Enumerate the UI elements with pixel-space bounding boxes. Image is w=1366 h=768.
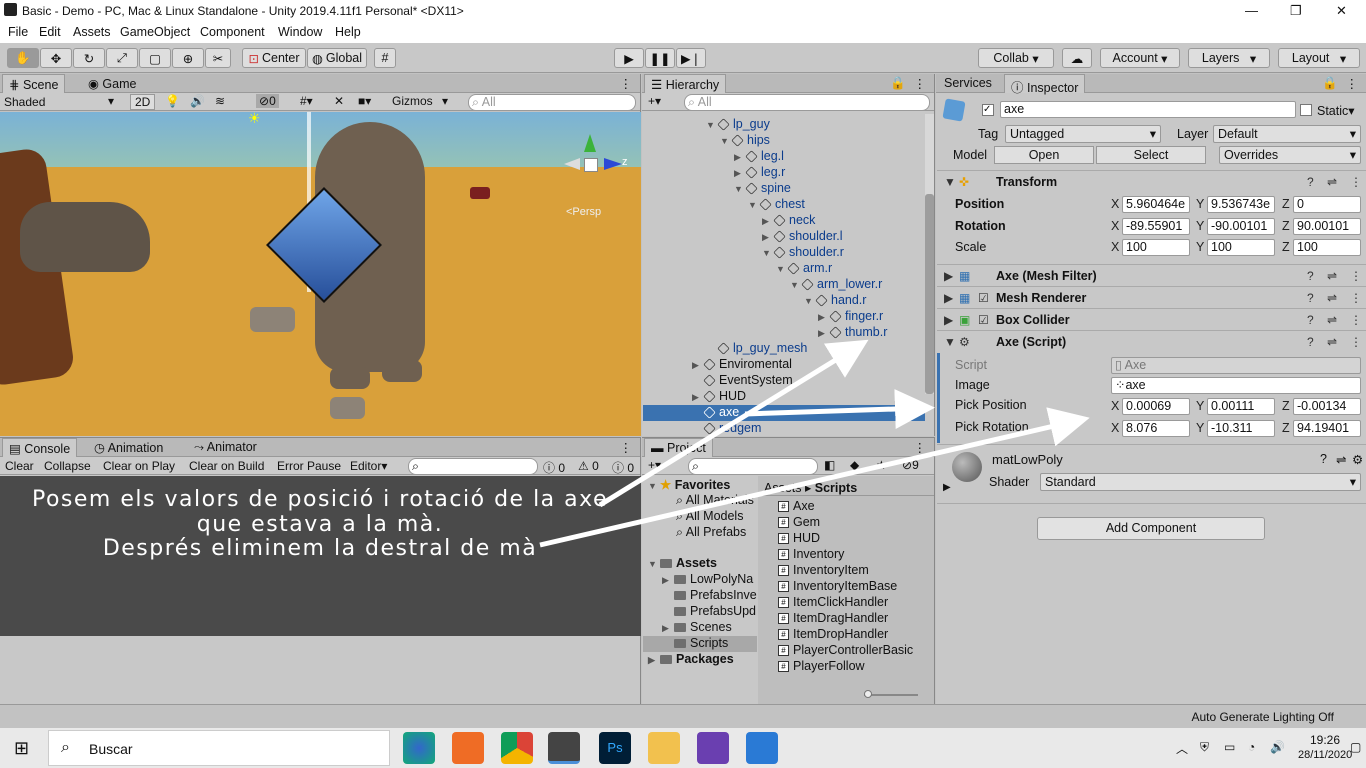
tray-volume-icon[interactable]: 🔊 <box>1270 740 1285 754</box>
taskbar: ⊞ ⌕ Buscar Ps ︿ ⛨ ▭ ◔ 🔊 19:26 28/11/2020… <box>0 728 1366 768</box>
notifications-icon[interactable]: ▢ <box>1350 740 1361 754</box>
tray-security-icon[interactable]: ⛨ <box>1200 740 1209 755</box>
photoshop-icon[interactable]: Ps <box>599 732 631 764</box>
status-bar: Auto Generate Lighting Off <box>0 704 1366 728</box>
photos-icon[interactable] <box>746 732 778 764</box>
tray-network-icon[interactable]: ◔ <box>1248 740 1255 754</box>
file-explorer-icon[interactable] <box>648 732 680 764</box>
xampp-icon[interactable] <box>452 732 484 764</box>
lighting-status: Auto Generate Lighting Off <box>1191 710 1334 724</box>
tray-battery-icon[interactable]: ▭ <box>1224 740 1235 754</box>
chrome-icon[interactable] <box>501 732 533 764</box>
clock-time[interactable]: 19:26 <box>1310 733 1340 747</box>
arrow-to-pick-position <box>744 389 935 429</box>
windows-start-icon[interactable]: ⊞ <box>14 738 29 759</box>
unity-taskbar-icon[interactable] <box>548 732 580 764</box>
arrow-to-pick-rotation <box>539 407 1090 548</box>
tray-chevron-icon[interactable]: ︿ <box>1176 740 1188 757</box>
visual-studio-icon[interactable] <box>697 732 729 764</box>
taskbar-search[interactable]: ⌕ Buscar <box>48 730 390 766</box>
annotation-arrows <box>539 339 1090 548</box>
edge-icon[interactable] <box>403 732 435 764</box>
clock-date[interactable]: 28/11/2020 <box>1298 749 1352 761</box>
search-icon: ⌕ <box>61 739 70 756</box>
